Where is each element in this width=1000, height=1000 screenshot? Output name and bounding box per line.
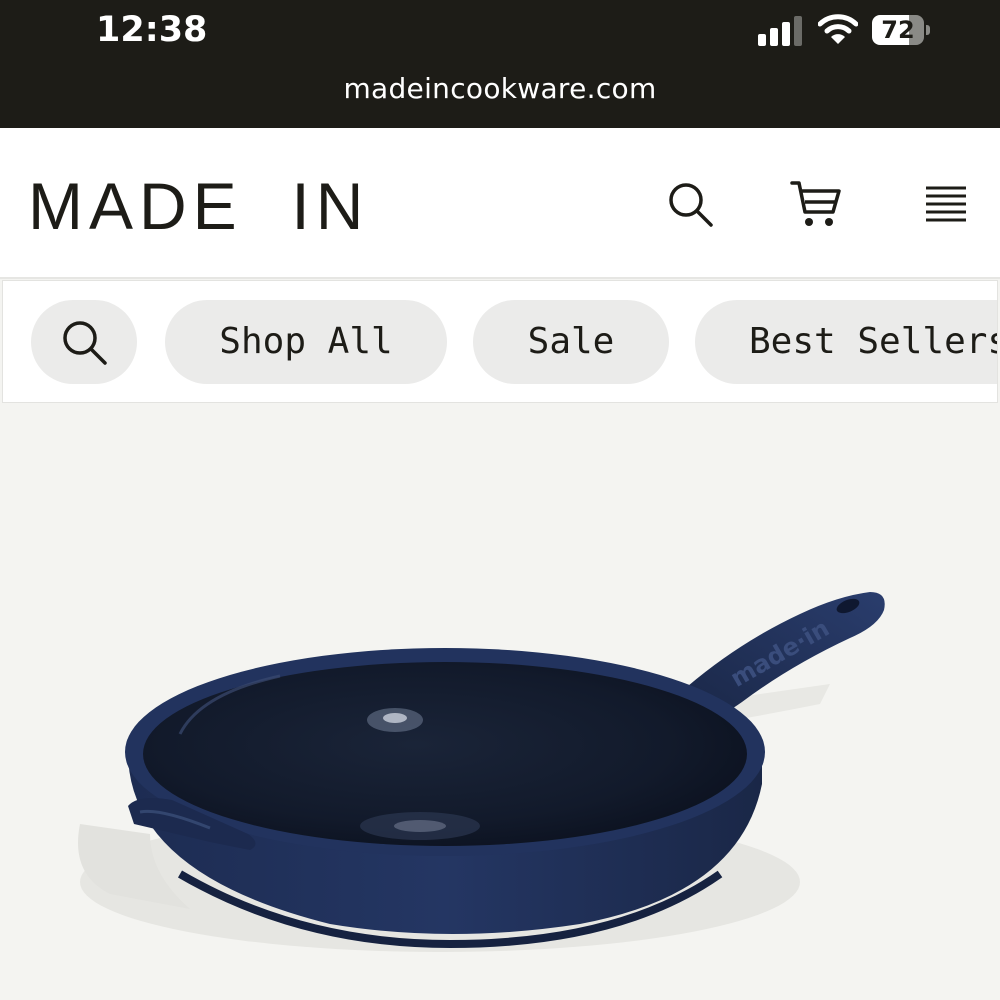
header-divider <box>0 277 1000 279</box>
browser-status-bar: 12:38 72 madeincookware.com <box>0 0 1000 128</box>
cellular-signal-icon <box>758 16 802 46</box>
phone-screen: 12:38 72 madeincookware.com MADE IN Shop… <box>0 0 1000 1000</box>
battery-percent: 72 <box>881 16 915 44</box>
header-cart-button[interactable] <box>788 176 844 232</box>
nav-search-chip[interactable] <box>31 300 137 384</box>
hero-product-section: made·in <box>0 404 1000 1000</box>
menu-icon <box>926 186 966 222</box>
status-time: 12:38 <box>96 10 208 50</box>
address-bar-url[interactable]: madeincookware.com <box>0 70 1000 108</box>
wifi-icon <box>818 14 858 44</box>
nav-chip-shop-all[interactable]: Shop All <box>165 300 447 384</box>
skillet-product-image[interactable]: made·in <box>0 404 1000 1000</box>
header-menu-button[interactable] <box>918 176 974 232</box>
category-nav: Shop All Sale Best Sellers <box>2 280 998 403</box>
site-header: MADE IN <box>0 128 1000 278</box>
battery-indicator: 72 <box>872 15 930 45</box>
cart-icon <box>790 181 841 226</box>
search-icon <box>63 321 107 365</box>
header-search-button[interactable] <box>662 176 718 232</box>
nav-chip-sale[interactable]: Sale <box>473 300 669 384</box>
brand-logo[interactable]: MADE IN <box>28 168 369 244</box>
search-icon <box>669 183 713 227</box>
nav-chip-best-sellers[interactable]: Best Sellers <box>695 300 997 384</box>
